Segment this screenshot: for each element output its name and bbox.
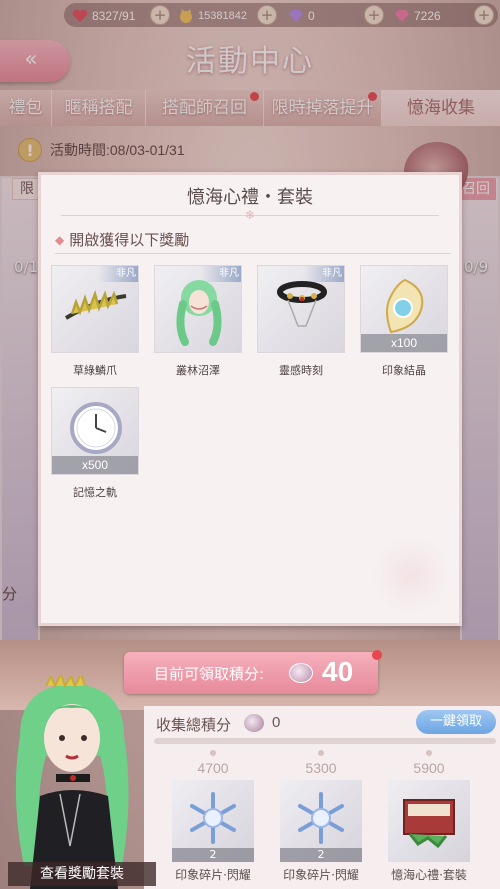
milestone-name: 印象碎片·閃耀 <box>283 868 359 882</box>
points-value: 40 <box>322 656 354 687</box>
milestone-pin <box>426 750 432 756</box>
milestone-reward[interactable]: 4700 2 印象碎片·閃耀 <box>164 750 262 883</box>
collection-title: 收集總積分 <box>156 716 232 734</box>
reward-item-name: 草綠鱗爪 <box>73 364 117 377</box>
reward-item-slot[interactable]: 非凡 <box>51 265 139 353</box>
reward-item-slot[interactable]: x500 <box>51 387 139 475</box>
reward-item[interactable]: x500 記憶之軌 <box>51 387 139 500</box>
milestone-quantity: 2 <box>172 848 254 862</box>
dialog-title: 憶海心禮・套裝 <box>187 187 313 208</box>
milestone-score: 5900 <box>413 760 445 776</box>
character-avatar[interactable] <box>0 676 150 889</box>
milestone-item-slot[interactable]: 2 <box>280 780 362 862</box>
milestone-pin <box>210 750 216 756</box>
milestone-name: 印象碎片·閃耀 <box>175 868 251 882</box>
notification-dot <box>372 650 382 660</box>
milestone-reward[interactable]: 5300 2 印象碎片·閃耀 <box>272 750 370 883</box>
reward-item[interactable]: 非凡 草綠鱗爪 <box>51 265 139 378</box>
reward-item-slot[interactable]: 非凡 <box>154 265 242 353</box>
milestone-score: 5300 <box>305 760 337 776</box>
section-header: ◆ 開啟獲得以下獎勵 <box>55 231 190 249</box>
divider <box>55 253 451 254</box>
rarity-tag: 非凡 <box>201 266 241 282</box>
reward-item-name: 叢林沼澤 <box>176 364 220 377</box>
point-token-icon <box>244 714 264 732</box>
points-banner: 目前可領取積分: 40 <box>124 652 378 694</box>
reward-item-name: 記憶之軌 <box>73 486 117 499</box>
collection-count: 0 <box>272 714 281 731</box>
point-token-icon <box>289 663 313 683</box>
milestone-quantity: 2 <box>280 848 362 862</box>
collection-panel: 收集總積分 0 一鍵領取 4700 2 印象碎片·閃耀 5300 2 印象碎片·… <box>144 706 500 889</box>
gift-box-icon <box>403 799 455 849</box>
milestone-pin <box>318 750 324 756</box>
points-label: 目前可領取積分: <box>154 665 265 683</box>
milestone-reward[interactable]: 5900 憶海心禮·套裝 <box>380 750 478 883</box>
milestone-item-slot[interactable]: 2 <box>172 780 254 862</box>
collection-progress-bar <box>154 738 496 744</box>
milestone-item-slot[interactable] <box>388 780 470 862</box>
reward-item[interactable]: 非凡 叢林沼澤 <box>154 265 242 378</box>
reward-item[interactable]: 非凡 靈感時刻 <box>257 265 345 378</box>
character-portrait-icon <box>15 676 129 889</box>
rarity-tag: 非凡 <box>304 266 344 282</box>
snowflake-ornament-icon: ❄ <box>245 208 256 222</box>
reward-item-slot[interactable]: x100 <box>360 265 448 353</box>
rarity-tag: 非凡 <box>98 266 138 282</box>
reward-item-quantity: x100 <box>361 334 447 352</box>
reward-item-quantity: x500 <box>52 456 138 474</box>
reward-item[interactable]: x100 印象結晶 <box>360 265 448 378</box>
reward-dialog: 憶海心禮・套裝 ❄ ◆ 開啟獲得以下獎勵 非凡 草綠鱗爪 非凡 叢林沼澤 非凡 … <box>38 172 462 626</box>
claim-all-button[interactable]: 一鍵領取 <box>416 710 496 734</box>
milestone-score: 4700 <box>197 760 229 776</box>
diamond-bullet-icon: ◆ <box>55 232 65 247</box>
reward-item-name: 印象結晶 <box>382 364 426 377</box>
reward-item-slot[interactable]: 非凡 <box>257 265 345 353</box>
view-reward-outfit-button[interactable]: 查看獎勵套裝 <box>8 862 156 886</box>
reward-item-name: 靈感時刻 <box>279 364 323 377</box>
milestone-name: 憶海心禮·套裝 <box>391 868 467 882</box>
